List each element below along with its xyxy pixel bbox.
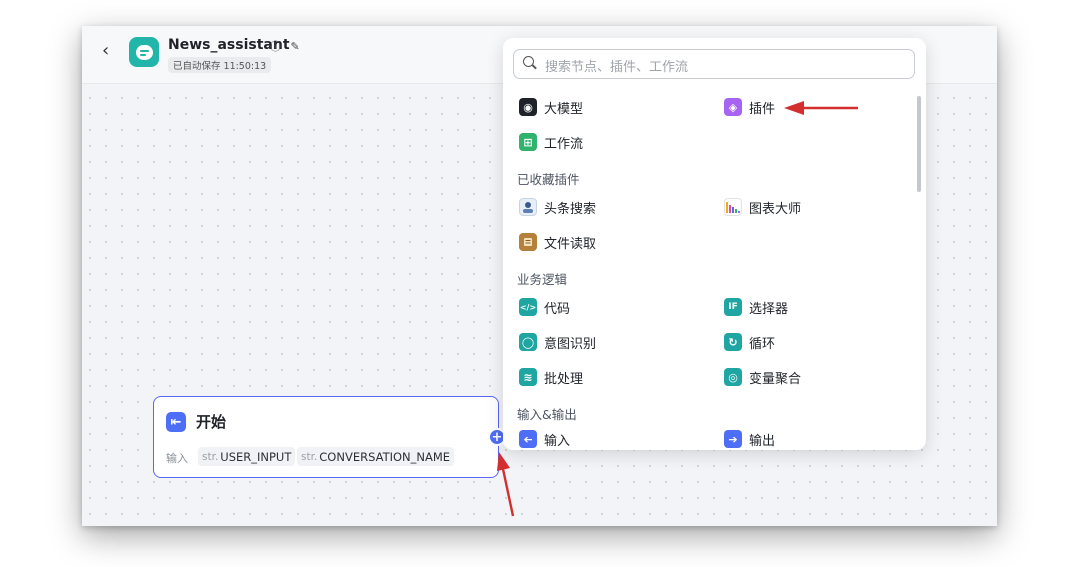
annotation-arrows <box>497 101 858 517</box>
annotation-arrow-plugin <box>784 101 858 115</box>
annotation-arrow-port <box>497 452 515 517</box>
